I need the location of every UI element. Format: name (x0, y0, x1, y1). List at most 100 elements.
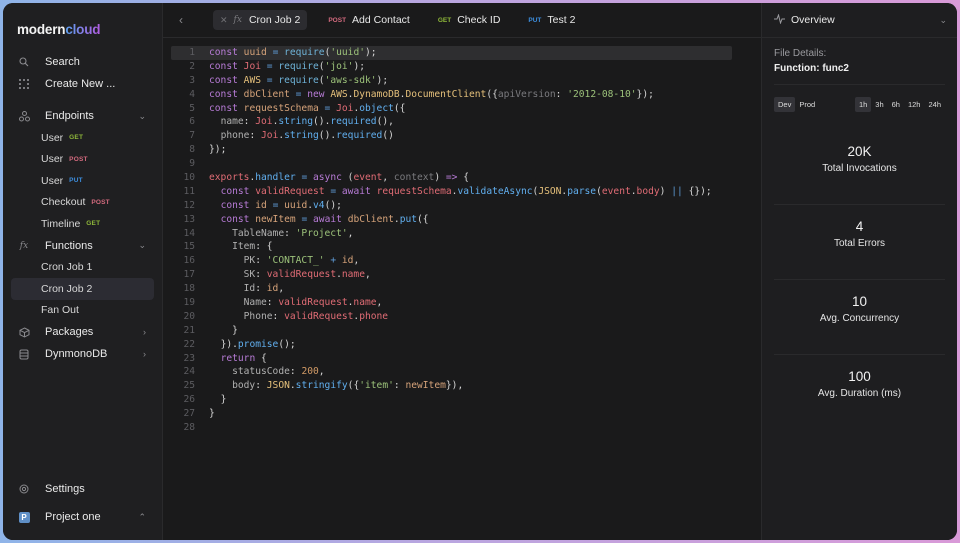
code-line[interactable]: 3 const AWS = require('aws-sdk'); (171, 74, 732, 88)
range-6h[interactable]: 6h (888, 97, 904, 112)
grid-dots-icon (17, 77, 31, 91)
code-line[interactable]: 21 } (171, 324, 732, 338)
code-line[interactable]: 18 Id: id, (171, 282, 732, 296)
code-line[interactable]: 13 const newItem = await dbClient.put({ (171, 213, 732, 227)
tab-cron-job-2[interactable]: ✕ fx Cron Job 2 (213, 10, 308, 30)
code-line[interactable]: 19 Name: validRequest.name, (171, 296, 732, 310)
method-badge: GET (437, 16, 452, 24)
sidebar-item-functions[interactable]: fx Functions ⌄ (11, 235, 154, 257)
sidebar-endpoint-user-post[interactable]: User POST (11, 149, 154, 171)
line-number: 17 (183, 269, 195, 281)
stats-list: 20K Total Invocations 4 Total Errors 10 … (762, 130, 957, 430)
project-avatar: P (18, 511, 30, 523)
code-line[interactable]: 23 return { (171, 352, 732, 366)
code-line[interactable]: 16 PK: 'CONTACT_' + id, (171, 254, 732, 268)
chevron-down-icon: ⌄ (939, 14, 947, 25)
line-number: 5 (189, 102, 195, 114)
line-number: 9 (189, 158, 195, 170)
package-icon (17, 325, 31, 339)
range-24h[interactable]: 24h (924, 97, 945, 112)
chevron-left-icon[interactable]: ‹ (179, 13, 199, 27)
code-line[interactable]: 24 statusCode: 200, (171, 365, 732, 379)
sidebar-function-cron-job-2[interactable]: Cron Job 2 (11, 278, 154, 300)
env-dev[interactable]: Dev (774, 97, 796, 112)
line-number: 6 (189, 116, 195, 128)
range-3h[interactable]: 3h (871, 97, 887, 112)
range-12h[interactable]: 12h (904, 97, 925, 112)
code-line[interactable]: 17 SK: validRequest.name, (171, 268, 732, 282)
code-text: TableName: 'Project', (232, 227, 354, 239)
overview-header[interactable]: Overview ⌄ (762, 3, 957, 38)
code-line[interactable]: 22 }).promise(); (171, 338, 732, 352)
sidebar-function-cron-job-1[interactable]: Cron Job 1 (11, 257, 154, 279)
code-line[interactable]: 14 TableName: 'Project', (171, 227, 732, 241)
project-switcher[interactable]: P Project one ⌃ (11, 506, 154, 528)
line-number: 2 (189, 60, 195, 72)
code-text: phone: Joi.string().required() (220, 130, 394, 142)
sidebar-function-fan-out[interactable]: Fan Out (11, 300, 154, 322)
sidebar-item-settings[interactable]: Settings (11, 478, 154, 500)
function-icon: fx (233, 15, 242, 25)
code-line[interactable]: 28 (171, 421, 732, 435)
line-number: 28 (183, 422, 195, 434)
line-number: 24 (183, 366, 195, 378)
sidebar-item-search[interactable]: Search (11, 51, 154, 73)
sidebar-endpoint-user-put[interactable]: User PUT (11, 170, 154, 192)
filter-toggles: Dev Prod 1h 3h 6h 12h 24h (762, 85, 957, 112)
logo[interactable]: moderncloud (3, 3, 162, 43)
range-1h[interactable]: 1h (854, 97, 872, 112)
code-text: const newItem = await dbClient.put({ (220, 213, 429, 225)
line-number: 27 (183, 408, 195, 420)
line-number: 7 (189, 130, 195, 142)
overview-panel: Overview ⌄ File Details: Function: func2… (761, 3, 957, 540)
code-line[interactable]: 25 body: JSON.stringify({'item': newItem… (171, 379, 732, 393)
chevron-up-icon: ⌃ (138, 511, 146, 522)
code-text: return { (220, 352, 267, 364)
method-badge: GET (69, 134, 84, 142)
code-line[interactable]: 2 const Joi = require('joi'); (171, 60, 732, 74)
code-line[interactable]: 8}); (171, 143, 732, 157)
env-prod[interactable]: Prod (795, 97, 819, 112)
code-text: Phone: validRequest.phone (243, 310, 389, 322)
code-text: const dbClient = new AWS.DynamoDB.Docume… (209, 88, 654, 100)
code-line[interactable]: 10 exports.handler = async (event, contex… (171, 171, 732, 185)
code-text: SK: validRequest.name, (243, 269, 371, 281)
tab-test-2[interactable]: PUT Test 2 (521, 10, 582, 30)
sidebar-endpoint-timeline-get[interactable]: Timeline GET (11, 213, 154, 235)
tab-add-contact[interactable]: POST Add Contact (321, 10, 417, 30)
code-text: } (220, 394, 227, 406)
code-line[interactable]: 7 phone: Joi.string().required() (171, 129, 732, 143)
sidebar-item-dynamodb[interactable]: DynmonoDB › (11, 343, 154, 365)
tab-check-id[interactable]: GET Check ID (431, 10, 508, 30)
code-text: const Joi = require('joi'); (209, 60, 366, 72)
code-line[interactable]: 11 const validRequest = await requestSch… (171, 185, 732, 199)
code-editor[interactable]: 1 const uuid = require('uuid'); 2 const Joi… (163, 38, 761, 435)
code-line[interactable]: 27} (171, 407, 732, 421)
code-line[interactable]: 1 const uuid = require('uuid'); (171, 46, 732, 60)
line-number: 23 (183, 352, 195, 364)
close-icon[interactable]: ✕ (220, 15, 228, 26)
code-line[interactable]: 26 } (171, 393, 732, 407)
code-line[interactable]: 4 const dbClient = new AWS.DynamoDB.Docum… (171, 88, 732, 102)
line-number: 25 (183, 380, 195, 392)
code-line[interactable]: 15 Item: { (171, 240, 732, 254)
line-number: 4 (189, 88, 195, 100)
code-text: const validRequest = await requestSchema… (220, 185, 712, 197)
code-text: name: Joi.string().required(), (220, 116, 394, 128)
code-line[interactable]: 12 const id = uuid.v4(); (171, 199, 732, 213)
search-icon (17, 55, 31, 69)
sidebar-item-create-new[interactable]: Create New ... (11, 73, 154, 95)
code-line[interactable]: 6 name: Joi.string().required(), (171, 115, 732, 129)
code-line[interactable]: 20 Phone: validRequest.phone (171, 310, 732, 324)
tab-bar: ‹ ✕ fx Cron Job 2 POST Add Contact GET C… (163, 3, 761, 38)
method-badge: GET (86, 220, 101, 228)
sidebar-item-endpoints[interactable]: Endpoints ⌄ (11, 105, 154, 127)
code-text: }); (209, 144, 227, 156)
line-number: 1 (189, 47, 195, 58)
code-text: exports.handler = async (event, context)… (209, 172, 470, 184)
code-line[interactable]: 5 const requestSchema = Joi.object({ (171, 102, 732, 116)
sidebar-endpoint-checkout-post[interactable]: Checkout POST (11, 192, 154, 214)
sidebar-endpoint-user-get[interactable]: User GET (11, 127, 154, 149)
code-line[interactable]: 9 (171, 157, 732, 171)
sidebar-item-packages[interactable]: Packages › (11, 321, 154, 343)
